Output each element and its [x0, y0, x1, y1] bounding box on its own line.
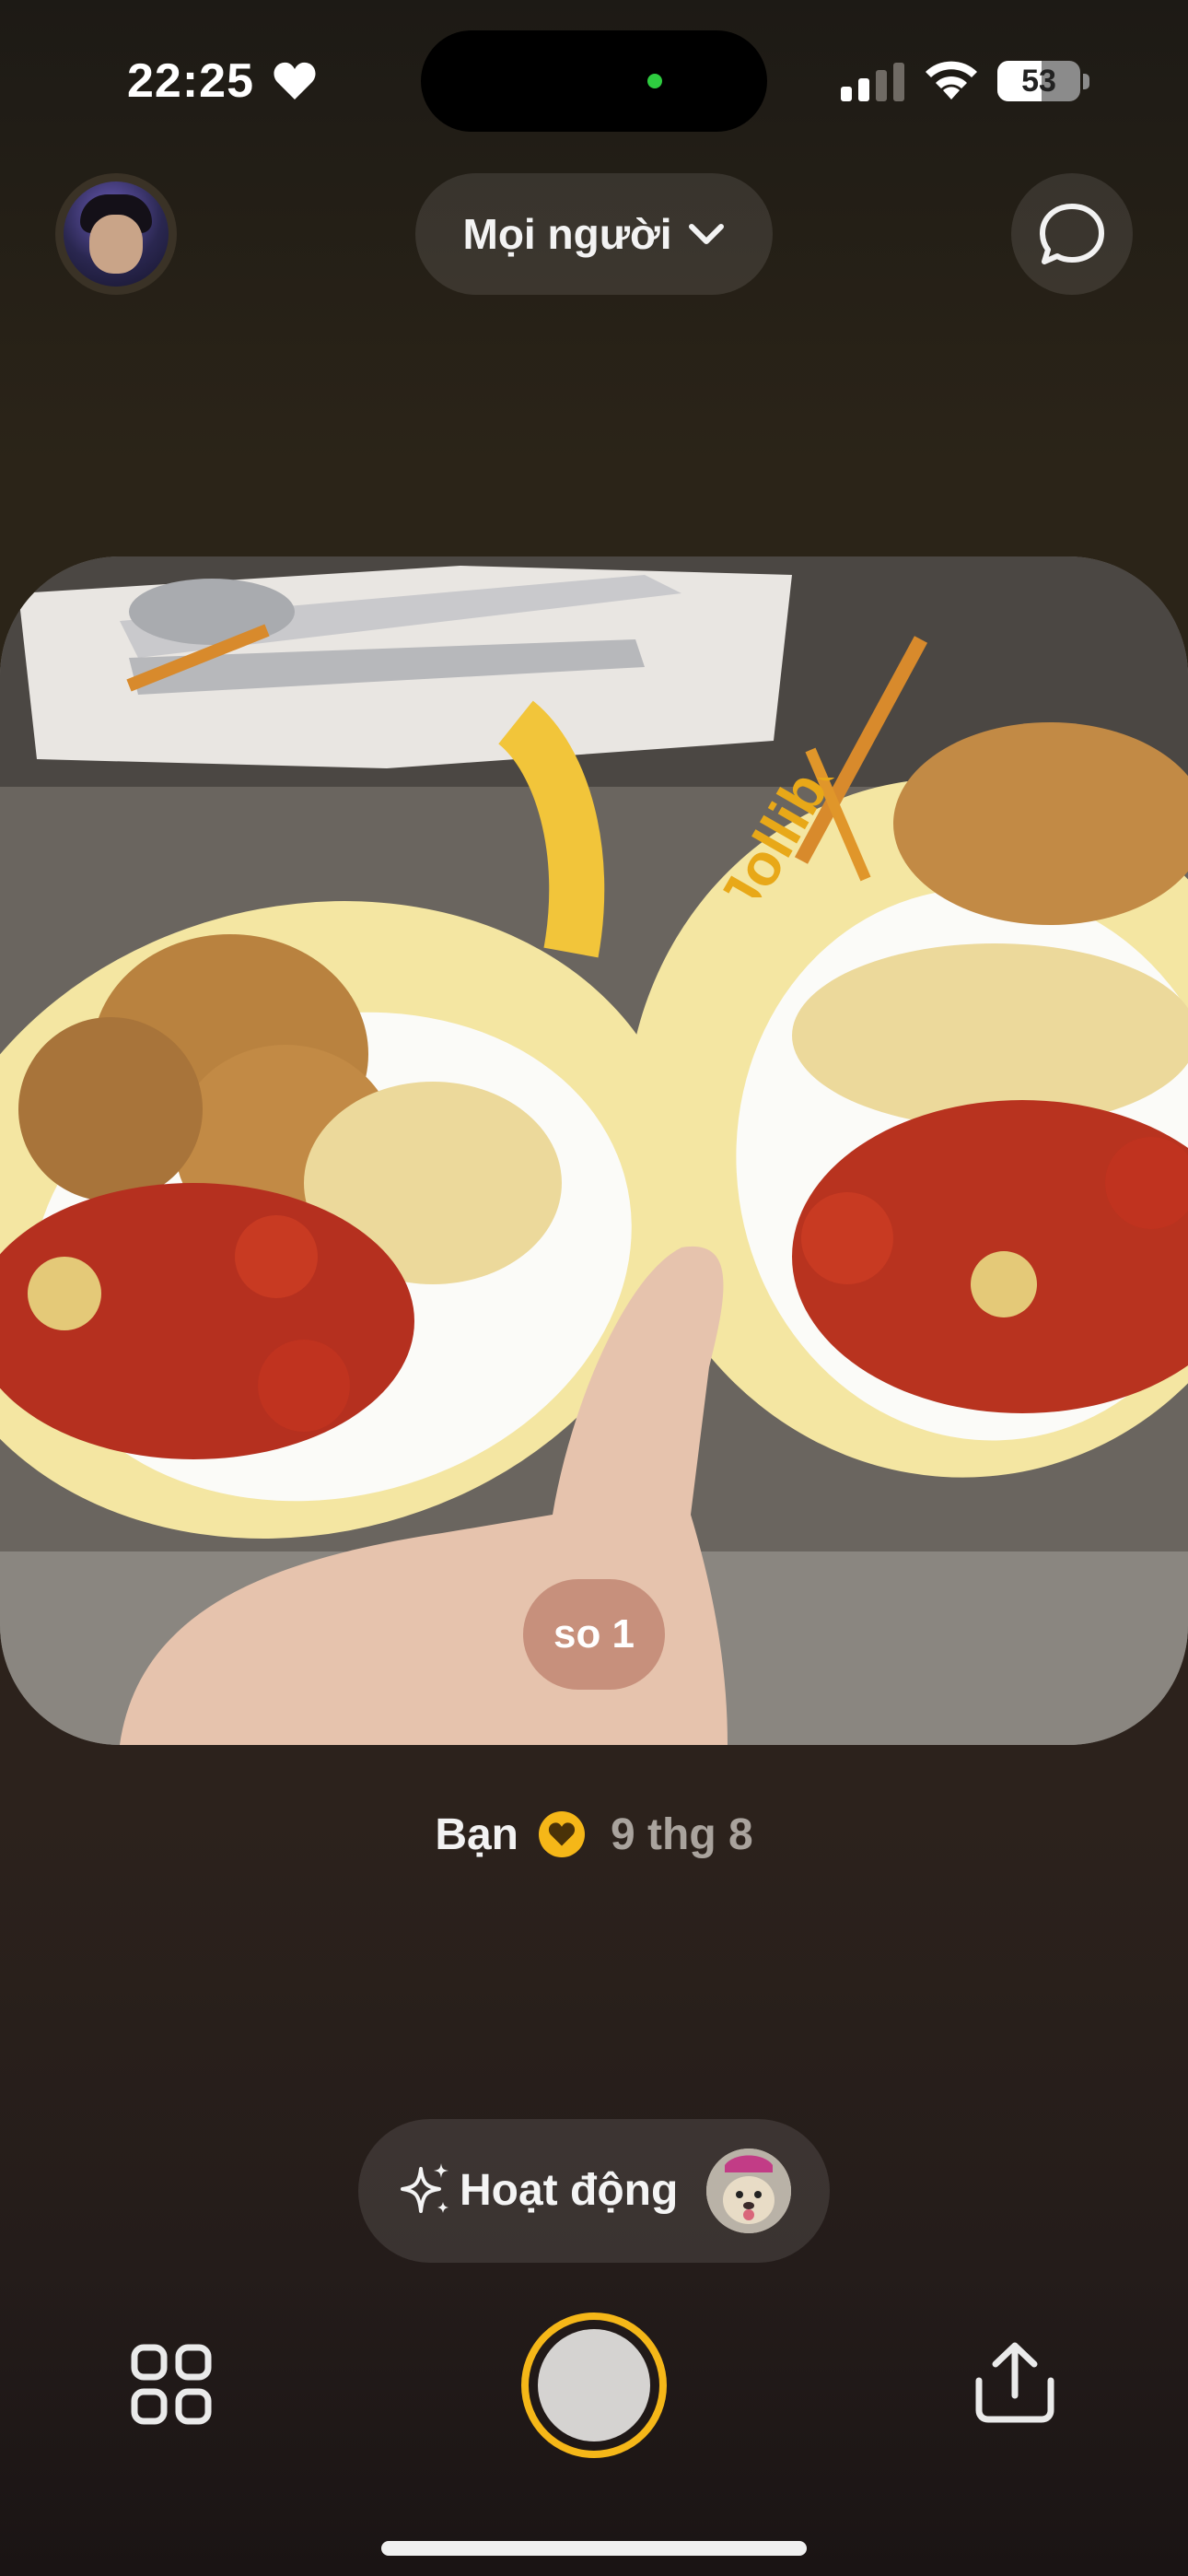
- photo-card[interactable]: Jollibee: [0, 556, 1188, 1745]
- grid-icon[interactable]: [131, 2344, 212, 2425]
- audience-selector[interactable]: Mọi người: [415, 173, 773, 295]
- camera-indicator-dot: [647, 74, 662, 88]
- battery-level: 53: [1021, 63, 1056, 99]
- activity-friend-avatar: [706, 2149, 791, 2233]
- chat-bubble-icon: [1040, 204, 1104, 264]
- avatar-face: [89, 215, 143, 274]
- dog-avatar-image: [706, 2149, 791, 2233]
- battery-indicator: 53: [997, 61, 1080, 101]
- profile-avatar-button[interactable]: [55, 173, 177, 295]
- chevron-down-icon: [689, 224, 725, 244]
- photo-caption: so 1: [523, 1579, 665, 1690]
- status-bar: 22:25 53: [0, 0, 1188, 157]
- post-author: Bạn: [435, 1809, 518, 1859]
- avatar: [64, 181, 169, 287]
- share-icon[interactable]: [973, 2340, 1056, 2425]
- activity-label: Hoạt động: [460, 2166, 679, 2215]
- heart-icon: [274, 62, 316, 100]
- gold-heart-icon: [539, 1811, 585, 1857]
- sparkle-icon: [401, 2163, 448, 2213]
- chat-button[interactable]: [1011, 173, 1133, 295]
- audience-label: Mọi người: [462, 210, 672, 258]
- post-date: 9 thg 8: [611, 1809, 753, 1859]
- signal-icon: [841, 63, 904, 101]
- status-time: 22:25: [127, 54, 254, 108]
- plate-brand-mark: Jollibee: [705, 778, 866, 897]
- svg-text:Jollibee: Jollibee: [705, 778, 866, 897]
- activity-button[interactable]: Hoạt động: [358, 2119, 830, 2263]
- food-photo: [0, 556, 1188, 1745]
- dynamic-island: [421, 30, 767, 132]
- battery-tip: [1083, 74, 1089, 89]
- post-meta: Bạn 9 thg 8: [0, 1802, 1188, 1867]
- shutter-inner: [538, 2329, 650, 2441]
- shutter-button[interactable]: [521, 2313, 667, 2458]
- wifi-icon: [926, 61, 977, 100]
- heart-icon: [548, 1822, 576, 1846]
- home-indicator[interactable]: [381, 2541, 807, 2556]
